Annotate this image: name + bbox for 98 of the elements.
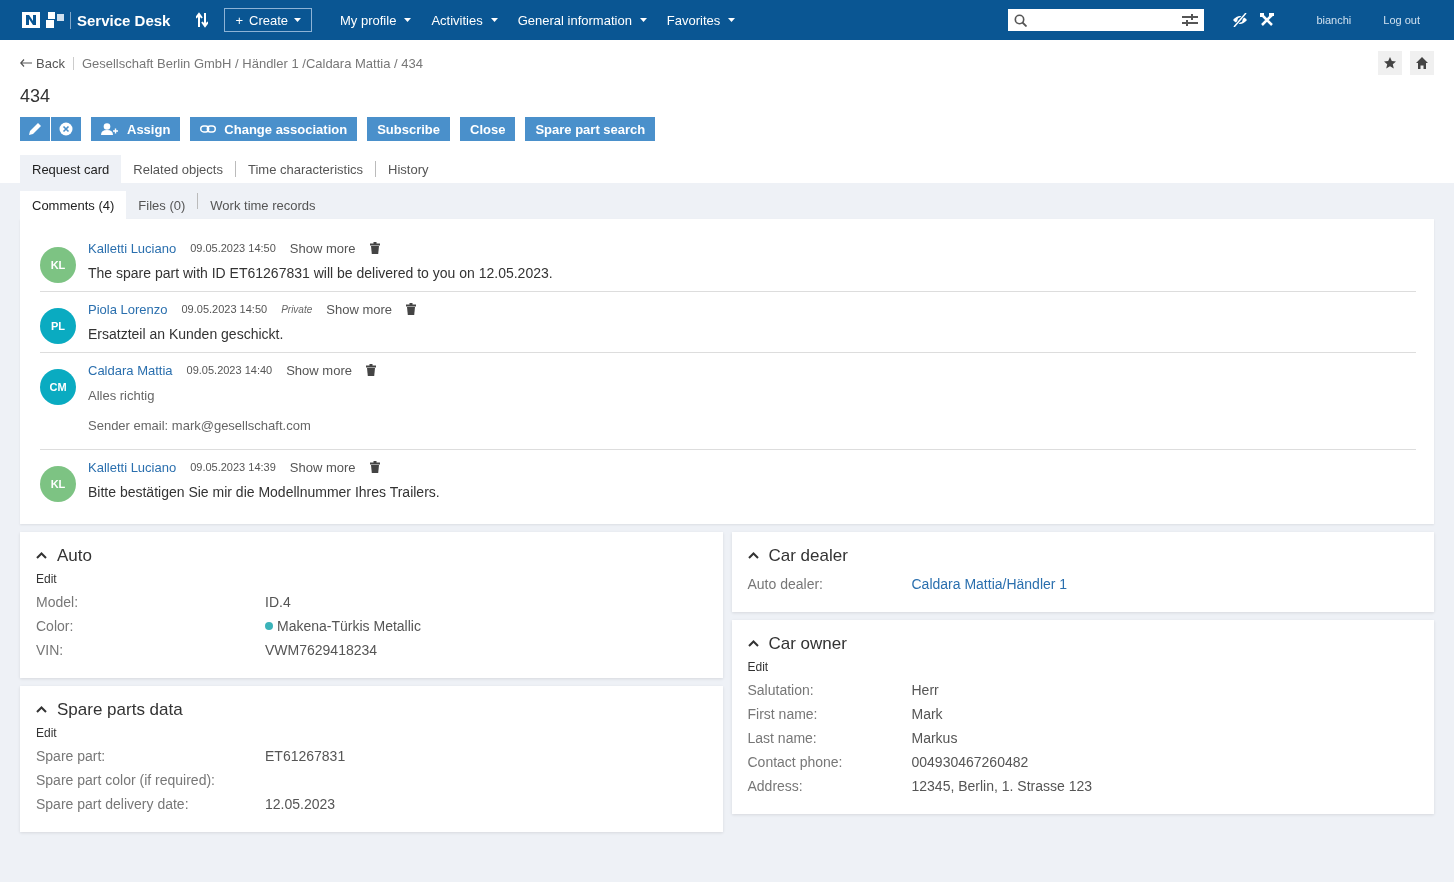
filter-icon <box>1182 14 1199 26</box>
author-link[interactable]: Caldara Mattia <box>88 362 173 378</box>
field-label: VIN: <box>36 642 65 658</box>
back-link[interactable]: Back <box>20 56 74 70</box>
comment-time: 09.05.2023 14:40 <box>186 364 273 376</box>
nav-menu[interactable]: Activities <box>427 12 502 28</box>
field-label: Auto dealer: <box>747 576 824 592</box>
tiles-icon <box>46 12 64 28</box>
trash-icon <box>369 461 380 473</box>
logo-icon <box>22 12 40 28</box>
author-link[interactable]: Kalletti Luciano <box>88 459 177 475</box>
add-user-icon <box>101 123 119 135</box>
field-link[interactable]: Caldara Mattia/Händler 1 <box>911 576 1068 592</box>
field-value: 12.05.2023 <box>265 796 336 812</box>
section-header[interactable]: Car dealer <box>747 546 848 566</box>
section-header[interactable]: Car owner <box>747 634 847 654</box>
show-more-link[interactable]: Show more <box>286 362 352 378</box>
pencil-icon <box>28 122 42 136</box>
subtab[interactable]: Files (0) <box>126 191 198 219</box>
field-value: Herr <box>911 682 939 698</box>
cancel-button[interactable] <box>51 117 81 141</box>
field-label: Spare part: <box>36 748 107 764</box>
edit-link[interactable]: Edit <box>36 726 57 740</box>
tab[interactable]: History <box>376 155 441 183</box>
field-label: Model: <box>36 594 80 610</box>
comment-text: The spare part with ID ET61267831 will be delivered to you on 12.05.2023. <box>88 265 553 281</box>
app-name: Service Desk <box>70 11 171 29</box>
arrow-left-icon <box>20 59 32 67</box>
field-label: Contact phone: <box>747 754 844 770</box>
field-value: 12345, Berlin, 1. Strasse 123 <box>911 778 1093 794</box>
field-value: ID.4 <box>265 594 291 610</box>
tools-icon <box>1260 13 1275 27</box>
comment-text: Sender email: mark@gesellschaft.com <box>88 417 312 435</box>
subtab[interactable]: Comments (4) <box>20 191 127 219</box>
avatar: KL <box>40 466 76 502</box>
search-field[interactable] <box>1008 9 1205 31</box>
sort-icon <box>196 12 209 28</box>
create-button[interactable]: + Create <box>224 8 313 32</box>
field-value: Makena-Türkis Metallic <box>277 618 421 634</box>
tab[interactable]: Related objects <box>121 155 235 183</box>
breadcrumb: Gesellschaft Berlin GmbH / Händler 1 /Caldara Mattia / 434 <box>81 55 424 71</box>
field-value: VWM7629418234 <box>265 642 378 658</box>
edit-link[interactable]: Edit <box>747 660 769 674</box>
comment-time: 09.05.2023 14:50 <box>181 303 268 315</box>
nav-menu[interactable]: Favorites <box>662 12 740 28</box>
field-label: First name: <box>747 706 819 722</box>
edit-button[interactable] <box>20 117 50 141</box>
comment-text: Ersatzteil an Kunden geschickt. <box>88 326 285 342</box>
avatar: CM <box>40 369 76 405</box>
comment-time: 09.05.2023 14:39 <box>190 461 276 473</box>
trash-icon <box>406 303 416 315</box>
caret-icon <box>404 18 412 22</box>
field-label: Salutation: <box>747 682 815 698</box>
edit-link[interactable]: Edit <box>36 572 57 586</box>
subtab[interactable]: Work time records <box>198 191 328 219</box>
caret-icon <box>728 18 736 22</box>
avatar: PL <box>40 308 76 344</box>
private-label: Private <box>281 303 313 315</box>
nav-menu[interactable]: My profile <box>336 12 416 28</box>
caret-icon <box>294 18 302 22</box>
show-more-link[interactable]: Show more <box>289 240 356 256</box>
close-icon <box>59 122 73 136</box>
favorite-button[interactable] <box>1378 51 1402 75</box>
field-label: Spare part color (if required): <box>36 772 216 788</box>
field-value: Markus <box>911 730 958 746</box>
show-more-link[interactable]: Show more <box>289 459 356 475</box>
user-name: bianchi <box>1316 14 1352 26</box>
tab[interactable]: Time characteristics <box>235 155 376 183</box>
chain-link-icon <box>200 125 217 133</box>
trash-icon <box>365 364 376 376</box>
comment-text: Alles richtig <box>88 387 156 405</box>
home-button[interactable] <box>1410 51 1434 75</box>
field-value: Mark <box>911 706 943 722</box>
request-title: 434 <box>20 86 52 107</box>
search-icon <box>1014 13 1028 27</box>
section-header[interactable]: Auto <box>36 546 92 566</box>
field-label: Color: <box>36 618 75 634</box>
field-label: Last name: <box>747 730 818 746</box>
comment-time: 09.05.2023 14:50 <box>190 242 276 254</box>
star-icon <box>1384 57 1396 69</box>
nav-menu[interactable]: General information <box>513 12 651 28</box>
comment-text: Bitte bestätigen Sie mir die Modellnummer Ihres Trailers. <box>88 484 440 500</box>
show-more-link[interactable]: Show more <box>326 301 392 317</box>
section-header[interactable]: Spare parts data <box>36 700 183 720</box>
logout-link[interactable]: Log out <box>1377 13 1426 27</box>
trash-icon <box>369 242 380 254</box>
home-icon <box>1416 57 1428 69</box>
field-label: Address: <box>747 778 804 794</box>
field-value: ET61267831 <box>265 748 346 764</box>
tab[interactable]: Request card <box>20 155 122 183</box>
field-value: 004930467260482 <box>911 754 1029 770</box>
caret-icon <box>490 18 498 22</box>
author-link[interactable]: Piola Lorenzo <box>88 301 168 317</box>
field-label: Spare part delivery date: <box>36 796 190 812</box>
caret-icon <box>639 18 647 22</box>
hidden-eye-icon <box>1232 13 1249 27</box>
author-link[interactable]: Kalletti Luciano <box>88 240 177 256</box>
avatar: KL <box>40 247 76 283</box>
